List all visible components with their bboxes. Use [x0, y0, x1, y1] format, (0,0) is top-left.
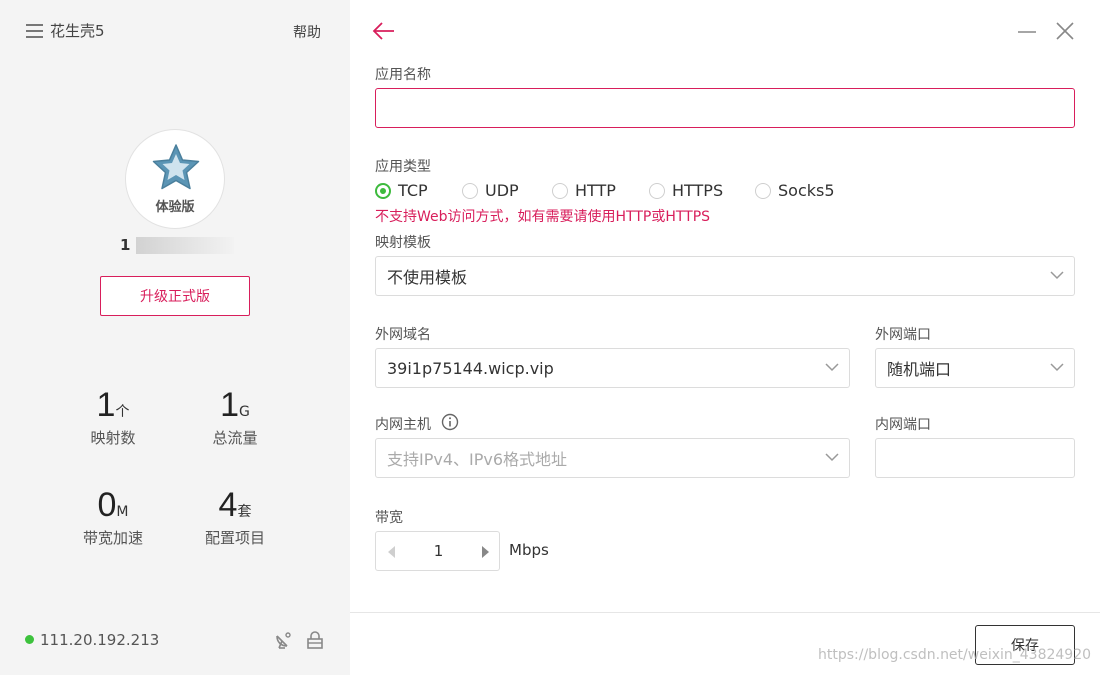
radio-dot [552, 182, 568, 199]
radio-https[interactable]: HTTPS [649, 181, 723, 200]
radio-dot [462, 182, 478, 199]
app-type-warning: 不支持Web访问方式，如有需要请使用HTTP或HTTPS [375, 209, 711, 225]
decrement-arrow-icon[interactable] [386, 545, 398, 559]
internal-port-input[interactable] [875, 438, 1075, 478]
stat-unit: 个 [115, 404, 130, 420]
radio-socks5[interactable]: Socks5 [755, 181, 835, 200]
online-status-dot [25, 635, 34, 644]
stat-bandwidth: 0M 带宽加速 [63, 485, 163, 548]
app-name-label: 应用名称 [375, 67, 431, 83]
user-id-mask [136, 237, 234, 254]
app-window: 花生壳5 帮助 体验版 1 升级正式版 1个 映射数 1G 总流量 0M 带宽加… [0, 0, 1100, 675]
app-title: 花生壳5 [50, 22, 105, 40]
external-port-label: 外网端口 [875, 327, 931, 343]
app-type-label: 应用类型 [375, 159, 431, 175]
stat-value: 1 [220, 386, 240, 424]
radio-label: HTTPS [672, 181, 724, 200]
external-port-select[interactable]: 随机端口 [875, 348, 1075, 388]
chevron-down-icon [1050, 271, 1064, 280]
stat-unit: M [116, 504, 129, 520]
template-value: 不使用模板 [387, 268, 468, 287]
radio-tcp[interactable]: TCP [375, 181, 428, 200]
user-id: 1 [120, 236, 131, 254]
template-label: 映射模板 [375, 235, 431, 251]
minimize-icon[interactable] [1016, 22, 1038, 40]
close-icon[interactable] [1054, 20, 1076, 42]
hamburger-menu-icon[interactable] [26, 24, 43, 38]
external-domain-label: 外网域名 [375, 327, 431, 343]
external-domain-select[interactable]: 39i1p75144.wicp.vip [375, 348, 850, 388]
internal-host-placeholder: 支持IPv4、IPv6格式地址 [387, 450, 568, 469]
stat-label: 配置项目 [204, 529, 265, 547]
stat-label: 总流量 [212, 429, 258, 447]
external-domain-value: 39i1p75144.wicp.vip [387, 358, 554, 378]
template-select[interactable]: 不使用模板 [375, 256, 1075, 296]
footer-divider [350, 612, 1100, 613]
lock-icon[interactable] [305, 630, 325, 650]
info-icon[interactable] [441, 413, 459, 431]
stat-label: 带宽加速 [82, 529, 143, 547]
bandwidth-stepper: 1 [375, 531, 500, 571]
internal-host-label: 内网主机 [375, 417, 431, 433]
sidebar: 花生壳5 帮助 体验版 1 升级正式版 1个 映射数 1G 总流量 0M 带宽加… [0, 0, 350, 675]
radio-label: Socks5 [778, 181, 835, 200]
stat-value: 0 [97, 486, 117, 524]
radio-label: HTTP [575, 181, 616, 200]
mapping-form-panel: 应用名称 应用类型 TCP UDP HTTP HTTPS Socks5 不支持W… [350, 0, 1100, 675]
edition-badge: 体验版 [125, 129, 225, 229]
back-arrow-icon[interactable] [372, 20, 396, 42]
radio-http[interactable]: HTTP [552, 181, 616, 200]
radio-dot [755, 182, 771, 199]
upgrade-button[interactable]: 升级正式版 [100, 276, 250, 316]
chevron-down-icon [825, 453, 839, 462]
ip-address: 111.20.192.213 [40, 631, 160, 649]
stat-unit: 套 [237, 504, 252, 520]
internal-port-label: 内网端口 [875, 417, 931, 433]
stat-config: 4套 配置项目 [185, 485, 285, 548]
app-name-input[interactable] [375, 88, 1075, 128]
star-icon [152, 144, 200, 190]
external-port-value: 随机端口 [887, 360, 952, 379]
stat-label: 映射数 [90, 429, 136, 447]
stat-value: 1 [96, 386, 116, 424]
stat-traffic: 1G 总流量 [185, 385, 285, 448]
help-link[interactable]: 帮助 [293, 22, 321, 42]
stat-unit: G [239, 404, 250, 420]
radio-dot [649, 182, 665, 199]
stat-value: 4 [218, 486, 238, 524]
chevron-down-icon [1050, 363, 1064, 372]
network-diagnose-icon[interactable] [273, 630, 293, 650]
bandwidth-value[interactable]: 1 [406, 532, 471, 570]
stat-mappings: 1个 映射数 [63, 385, 163, 448]
edition-label: 体验版 [155, 200, 195, 215]
radio-dot [375, 182, 391, 199]
internal-host-input[interactable]: 支持IPv4、IPv6格式地址 [375, 438, 850, 478]
increment-arrow-icon[interactable] [479, 545, 491, 559]
watermark-text: https://blog.csdn.net/weixin_43824920 [818, 647, 1092, 663]
bandwidth-label: 带宽 [375, 510, 403, 526]
bandwidth-unit: Mbps [509, 541, 549, 559]
radio-udp[interactable]: UDP [462, 181, 519, 200]
chevron-down-icon [825, 363, 839, 372]
radio-label: TCP [398, 181, 428, 200]
radio-label: UDP [485, 181, 519, 200]
